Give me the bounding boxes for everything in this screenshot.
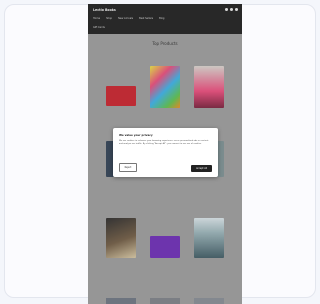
dialog-body: We use cookies to enhance your browsing … (119, 140, 209, 145)
dialog-title: We value your privacy (119, 133, 153, 137)
reject-button[interactable]: Reject (119, 163, 137, 172)
cookie-consent-dialog: We value your privacy We use cookies to … (113, 128, 218, 177)
accept-all-button[interactable]: Accept All (191, 165, 212, 172)
